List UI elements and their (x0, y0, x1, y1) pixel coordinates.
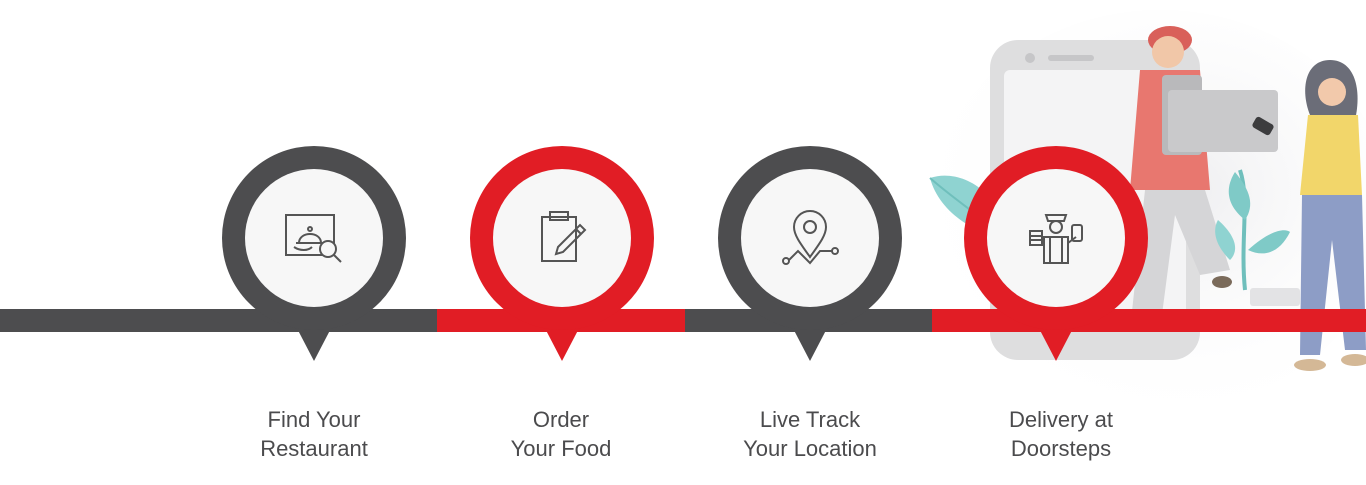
step-caption-line: Restaurant (260, 436, 368, 461)
step-find-restaurant (221, 145, 407, 365)
step-caption-line: Your Food (510, 436, 612, 461)
step-caption-line: Your Location (743, 436, 877, 461)
restaurant-search-icon (284, 207, 344, 267)
step-order-food (469, 145, 655, 365)
step-caption-line: Doorsteps (1010, 436, 1112, 461)
step-delivery (963, 145, 1149, 365)
step-caption-line: Find Your (267, 407, 361, 432)
step-live-track (717, 145, 903, 365)
step-caption-3: Live Track Your Location (690, 405, 930, 463)
step-caption-1: Find Your Restaurant (194, 405, 434, 463)
step-caption-line: Delivery at (1009, 407, 1113, 432)
step-caption-line: Live Track (759, 407, 861, 432)
order-clipboard-icon (532, 207, 592, 267)
location-pin-icon (780, 207, 840, 267)
timeline-bar (0, 309, 1366, 332)
delivery-person-icon (1026, 207, 1086, 267)
step-caption-2: Order Your Food (441, 405, 681, 463)
step-caption-4: Delivery at Doorsteps (941, 405, 1181, 463)
step-caption-line: Order (532, 407, 590, 432)
